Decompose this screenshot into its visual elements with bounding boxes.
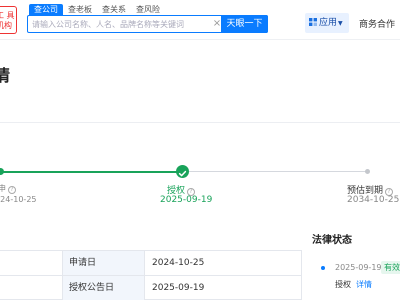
timeline-progress-line [0, 171, 182, 173]
checkmark-icon [178, 170, 187, 177]
timeline-apply-dot [0, 168, 4, 175]
timeline-apply-label: 申? [0, 183, 16, 194]
logo-text-line2: 机构 [0, 21, 12, 30]
legal-timeline-dot [321, 266, 325, 270]
timeline-apply-text: 申 [0, 184, 6, 193]
section-divider [0, 122, 400, 123]
table-row: 授权公告日 2025-09-19 [0, 275, 302, 300]
logo-text-line1: 工 具 [0, 11, 15, 20]
patent-detail-page: 工 具 机构 查公司 查老板 查关系 查风险 × 天眼一下 应用▼ 商务合作 情 [0, 0, 400, 300]
chevron-down-icon: ▼ [338, 20, 343, 27]
top-header: 工 具 机构 查公司 查老板 查关系 查风险 × 天眼一下 应用▼ 商务合作 [0, 0, 400, 40]
search-box: × 天眼一下 [27, 15, 268, 33]
legal-status-event: 授权 [335, 280, 351, 289]
table-cell [0, 276, 63, 300]
table-value: 2024-10-25 [145, 251, 302, 275]
help-icon[interactable]: ? [8, 186, 16, 194]
timeline-remaining-line [182, 171, 368, 172]
search-input[interactable] [28, 16, 218, 32]
business-cooperation-link[interactable]: 商务合作 [359, 17, 395, 30]
detail-link[interactable]: 详情 [356, 279, 372, 290]
status-badge: 有效 [381, 261, 400, 274]
apps-grid-icon [309, 18, 317, 26]
table-cell [0, 251, 63, 275]
check-icon [176, 165, 189, 178]
app-menu-label: 应用 [319, 18, 338, 28]
table-key: 授权公告日 [63, 276, 145, 300]
timeline-expiry-dot [365, 169, 370, 174]
timeline-expiry-date: 2034-10-25 [347, 195, 400, 205]
app-menu-button[interactable]: 应用▼ [305, 13, 349, 33]
table-key: 申请日 [63, 251, 145, 275]
timeline-apply-date: 2024-10-25 [0, 195, 37, 204]
page-title: 情 [0, 66, 11, 85]
logo[interactable]: 工 具 机构 [0, 6, 17, 34]
timeline-grant-date: 2025-09-19 [160, 195, 213, 205]
legal-status-date: 2025-09-19 [335, 263, 382, 272]
legal-status-title: 法律状态 [312, 235, 352, 246]
search-button[interactable]: 天眼一下 [221, 15, 268, 33]
table-row: 申请日 2024-10-25 [0, 250, 302, 275]
table-value: 2025-09-19 [145, 276, 302, 300]
